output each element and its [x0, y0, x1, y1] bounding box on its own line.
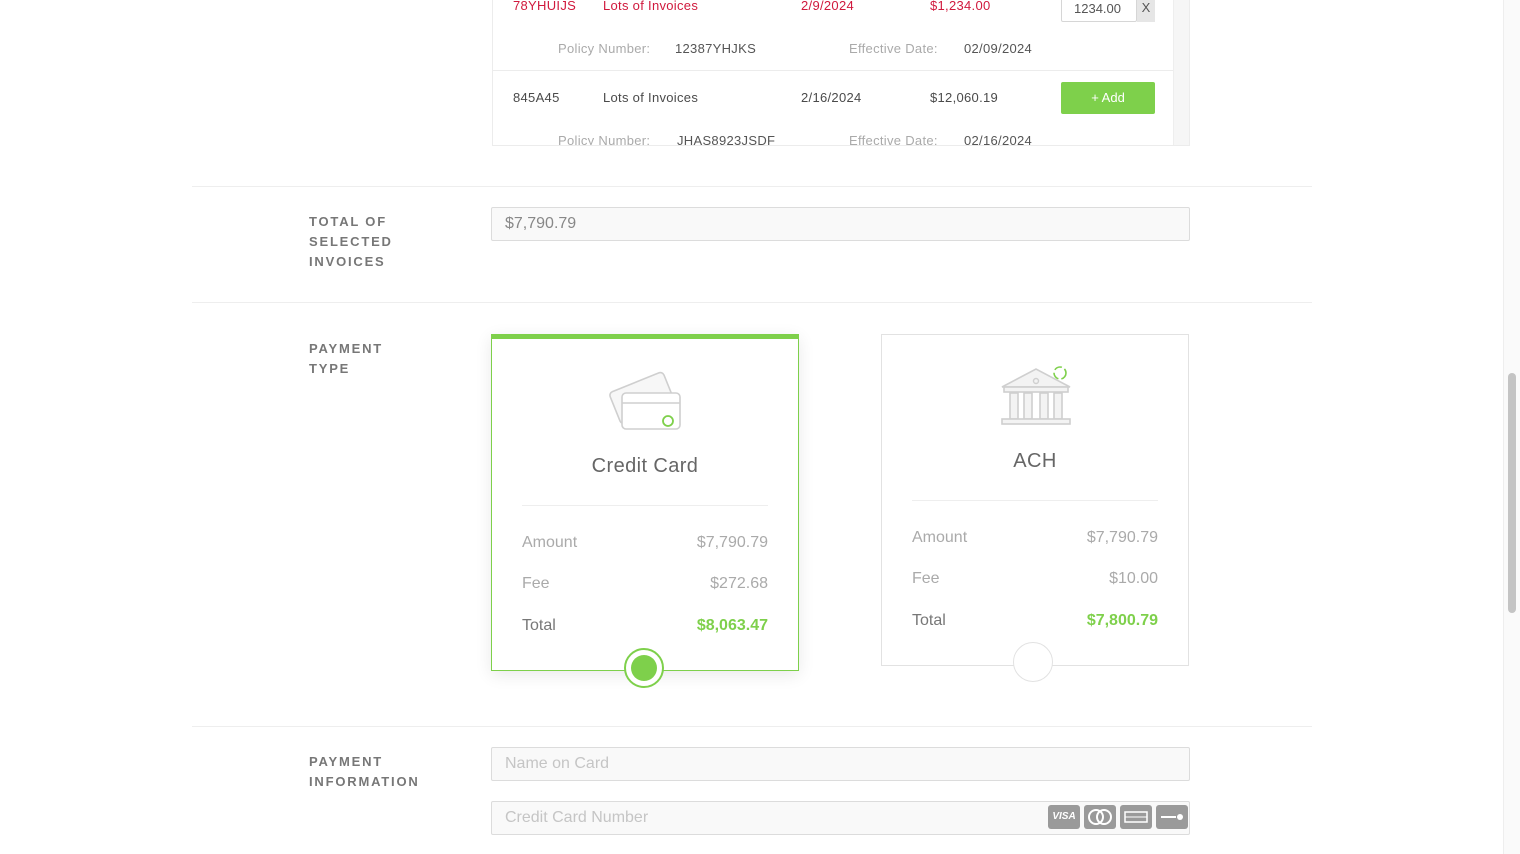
- effective-date: 02/16/2024: [964, 133, 1033, 146]
- invoice-id: 78YHUIJS: [513, 0, 577, 13]
- bank-icon: [998, 363, 1074, 429]
- invoice-date: 2/16/2024: [801, 90, 862, 105]
- amount-value: $7,790.79: [1086, 529, 1158, 546]
- invoice-id: 845A45: [513, 90, 560, 105]
- add-invoice-button[interactable]: + Add: [1061, 82, 1155, 114]
- label-line: TYPE: [309, 361, 351, 376]
- option-divider: [522, 505, 768, 506]
- invoice-amount: $1,234.00: [930, 0, 991, 13]
- payment-type-label: PAYMENT TYPE: [309, 339, 383, 379]
- label-line: PAYMENT: [309, 754, 384, 769]
- effective-date-label: Effective Date:: [849, 133, 938, 146]
- policy-number: 12387YHJKS: [675, 41, 757, 56]
- amount-label: Amount: [522, 534, 578, 551]
- invoice-description: Lots of Invoices: [603, 90, 699, 105]
- total-selected-label: TOTAL OF SELECTED INVOICES: [309, 212, 393, 272]
- invoice-amount: $12,060.19: [930, 90, 999, 105]
- label-line: INVOICES: [309, 254, 386, 269]
- policy-number-label: Policy Number:: [558, 133, 651, 146]
- label-line: INFORMATION: [309, 774, 420, 789]
- discover-icon: [1156, 805, 1188, 829]
- page-scrollbar[interactable]: [1503, 0, 1520, 854]
- name-on-card-input[interactable]: [491, 747, 1190, 781]
- payment-information-label: PAYMENT INFORMATION: [309, 752, 420, 792]
- policy-number-label: Policy Number:: [558, 41, 651, 56]
- label-line: PAYMENT: [309, 341, 384, 356]
- row-divider: [493, 70, 1175, 71]
- amex-icon: [1120, 805, 1152, 829]
- total-label: Total: [912, 612, 946, 629]
- invoice-list: 78YHUIJS Lots of Invoices 2/9/2024 $1,23…: [492, 0, 1190, 146]
- invoice-date: 2/9/2024: [801, 0, 855, 13]
- credit-card-option[interactable]: Credit Card Amount $7,790.79 Fee $272.68…: [491, 334, 799, 671]
- section-divider: [192, 726, 1312, 727]
- fee-label: Fee: [522, 575, 550, 592]
- card-logos: VISA: [1048, 805, 1188, 831]
- fee-value: $10.00: [1109, 570, 1158, 587]
- option-divider: [912, 500, 1158, 501]
- total-selected-field: [491, 207, 1190, 241]
- effective-date: 02/09/2024: [964, 41, 1033, 56]
- credit-card-icon: [608, 369, 684, 435]
- amount-value: $7,790.79: [696, 534, 768, 551]
- amount-label: Amount: [912, 529, 968, 546]
- page-scrollbar-thumb[interactable]: [1508, 373, 1516, 613]
- section-divider: [192, 186, 1312, 187]
- option-title: Credit Card: [591, 455, 699, 477]
- visa-icon: VISA: [1048, 805, 1080, 829]
- fee-label: Fee: [912, 570, 940, 587]
- ach-radio[interactable]: [1013, 642, 1053, 682]
- payment-amount-input[interactable]: [1061, 0, 1137, 22]
- credit-card-radio[interactable]: [624, 648, 664, 688]
- label-line: TOTAL OF: [309, 214, 387, 229]
- invoice-list-scrollbar[interactable]: [1173, 0, 1189, 145]
- section-divider: [192, 302, 1312, 303]
- label-line: SELECTED: [309, 234, 393, 249]
- fee-value: $272.68: [710, 575, 768, 592]
- total-value: $8,063.47: [696, 617, 768, 634]
- ach-option[interactable]: ACH Amount $7,790.79 Fee $10.00 Total $7…: [881, 334, 1189, 666]
- option-title: ACH: [1013, 450, 1057, 472]
- mastercard-icon: [1084, 805, 1116, 829]
- total-label: Total: [522, 617, 556, 634]
- invoice-description: Lots of Invoices: [603, 0, 699, 13]
- remove-invoice-button[interactable]: X: [1137, 0, 1155, 22]
- effective-date-label: Effective Date:: [849, 41, 938, 56]
- total-value: $7,800.79: [1086, 612, 1158, 629]
- policy-number: JHAS8923JSDF: [677, 133, 776, 146]
- selected-indicator-bar: [491, 334, 799, 339]
